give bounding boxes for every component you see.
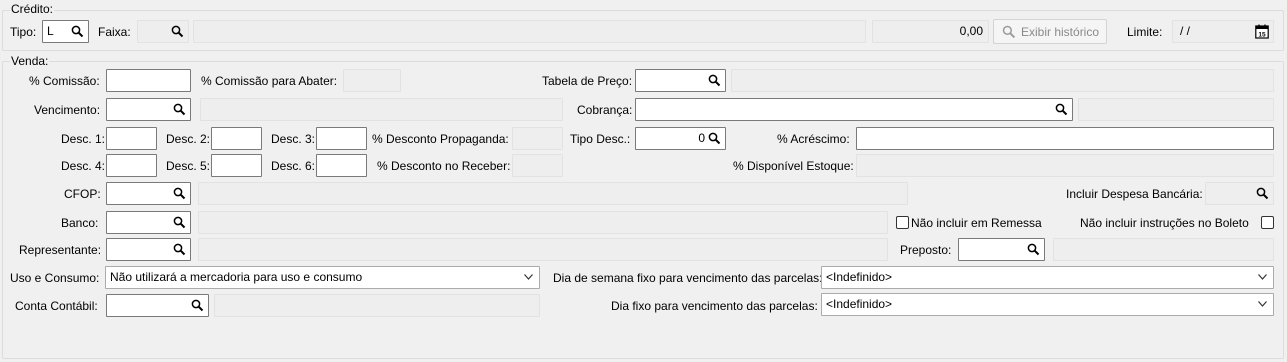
comissao-abater-label: % Comissão para Abater: <box>201 74 338 88</box>
banco-description <box>198 211 888 234</box>
comissao-input[interactable] <box>106 69 191 92</box>
uso-consumo-select[interactable]: Não utilizará a mercadoria para uso e co… <box>105 266 540 289</box>
banco-input[interactable] <box>106 211 191 234</box>
vencimento-description <box>200 98 563 121</box>
desconto-propaganda-label: % Desconto Propaganda: <box>372 132 509 146</box>
limite-value: / / <box>1180 24 1191 38</box>
uso-consumo-label: Uso e Consumo: <box>10 271 100 285</box>
desc4-input[interactable] <box>106 154 157 177</box>
chevron-down-icon <box>524 274 533 280</box>
chevron-down-icon <box>1258 301 1267 307</box>
venda-legend: Venda: <box>10 54 50 68</box>
desc6-label: Desc. 6: <box>271 159 316 173</box>
dia-fixo-select[interactable]: <Indefinido> <box>821 293 1274 316</box>
preposto-description <box>1053 238 1274 261</box>
desc5-input[interactable] <box>211 154 262 177</box>
tabela-preco-description <box>731 69 1274 92</box>
faixa-description <box>193 20 866 43</box>
faixa-label: Faixa: <box>98 25 131 39</box>
magnifier-icon[interactable] <box>171 25 184 38</box>
chevron-down-icon <box>1258 274 1267 280</box>
desc3-input[interactable] <box>316 127 367 150</box>
magnifier-icon[interactable] <box>708 74 721 87</box>
magnifier-icon[interactable] <box>1256 187 1269 200</box>
magnifier-icon[interactable] <box>173 103 186 116</box>
desconto-receber-field <box>512 154 563 177</box>
cobranca-description <box>1078 98 1274 121</box>
magnifier-icon[interactable] <box>173 243 186 256</box>
dia-semana-select[interactable]: <Indefinido> <box>821 266 1274 289</box>
vencimento-input[interactable] <box>106 98 191 121</box>
banco-label: Banco: <box>61 216 99 230</box>
desconto-receber-label: % Desconto no Receber: <box>377 159 511 173</box>
tipo-label: Tipo: <box>10 25 37 39</box>
nao-incluir-instrucoes-checkbox[interactable] <box>1261 216 1274 229</box>
cobranca-input[interactable] <box>635 98 1073 121</box>
cobranca-label: Cobrança: <box>577 103 633 117</box>
desc2-label: Desc. 2: <box>166 132 211 146</box>
tipo-desc-label: Tipo Desc.: <box>570 132 631 146</box>
dia-fixo-label: Dia fixo para vencimento das parcelas: <box>611 299 818 313</box>
tabela-preco-input[interactable] <box>635 69 726 92</box>
desc2-input[interactable] <box>211 127 262 150</box>
representante-label: Representante: <box>19 243 102 257</box>
conta-contabil-description <box>214 294 540 317</box>
tipo-value: L <box>47 24 54 38</box>
dia-semana-value: <Indefinido> <box>826 270 893 284</box>
conta-contabil-label: Conta Contábil: <box>15 299 98 313</box>
desc1-input[interactable] <box>106 127 157 150</box>
comissao-label: % Comissão: <box>29 74 100 88</box>
credito-legend: Crédito: <box>10 2 55 16</box>
uso-consumo-value: Não utilizará a mercadoria para uso e co… <box>110 270 363 284</box>
credito-amount: 0,00 <box>959 24 983 38</box>
credito-amount-field: 0,00 <box>872 20 989 43</box>
comissao-abater-field <box>343 69 401 92</box>
acrescimo-label: % Acréscimo: <box>777 132 850 146</box>
conta-contabil-input[interactable] <box>106 294 209 317</box>
incluir-despesa-field[interactable] <box>1205 182 1274 205</box>
faixa-input[interactable] <box>137 20 189 43</box>
nao-incluir-remessa-label[interactable]: Não incluir em Remessa <box>911 216 1042 230</box>
cfop-input[interactable] <box>106 182 191 205</box>
magnifier-icon[interactable] <box>173 187 186 200</box>
disponivel-estoque-field <box>856 154 1274 177</box>
preposto-input[interactable] <box>958 238 1045 261</box>
magnifier-icon[interactable] <box>1027 243 1040 256</box>
tipo-input[interactable]: L <box>42 20 89 43</box>
cfop-description <box>198 182 908 205</box>
magnifier-icon <box>1002 25 1016 39</box>
desc3-label: Desc. 3: <box>271 132 316 146</box>
magnifier-icon[interactable] <box>71 25 84 38</box>
desc4-label: Desc. 4: <box>61 159 106 173</box>
desc1-label: Desc. 1: <box>61 132 106 146</box>
vencimento-label: Vencimento: <box>34 103 101 117</box>
nao-incluir-instrucoes-label[interactable]: Não incluir instruções no Boleto <box>1080 216 1249 230</box>
tipo-desc-value: 0 <box>698 131 705 145</box>
magnifier-icon[interactable] <box>1055 103 1068 116</box>
limite-date-field[interactable]: / / 15 <box>1172 20 1274 43</box>
preposto-label: Preposto: <box>900 243 952 257</box>
desconto-propaganda-field <box>512 127 563 150</box>
svg-text:15: 15 <box>1258 32 1266 39</box>
desc6-input[interactable] <box>316 154 367 177</box>
tabela-preco-label: Tabela de Preço: <box>542 74 633 88</box>
dia-semana-label: Dia de semana fixo para vencimento das p… <box>553 271 823 285</box>
limite-label: Limite: <box>1127 25 1163 39</box>
acrescimo-input[interactable] <box>856 127 1274 150</box>
disponivel-estoque-label: % Disponível Estoque: <box>733 159 854 173</box>
cfop-label: CFOP: <box>64 187 101 201</box>
dia-fixo-value: <Indefinido> <box>826 297 893 311</box>
magnifier-icon[interactable] <box>173 216 186 229</box>
representante-input[interactable] <box>106 238 191 261</box>
tipo-desc-input[interactable]: 0 <box>635 127 726 150</box>
representante-description <box>198 238 888 261</box>
exibir-historico-label: Exibir histórico <box>1021 25 1100 39</box>
desc5-label: Desc. 5: <box>166 159 211 173</box>
magnifier-icon[interactable] <box>191 299 204 312</box>
incluir-despesa-label: Incluir Despesa Bancária: <box>1066 187 1203 201</box>
calendar-icon[interactable]: 15 <box>1255 24 1269 39</box>
nao-incluir-remessa-checkbox[interactable] <box>896 216 909 229</box>
exibir-historico-button[interactable]: Exibir histórico <box>993 19 1107 44</box>
magnifier-icon[interactable] <box>708 132 721 145</box>
